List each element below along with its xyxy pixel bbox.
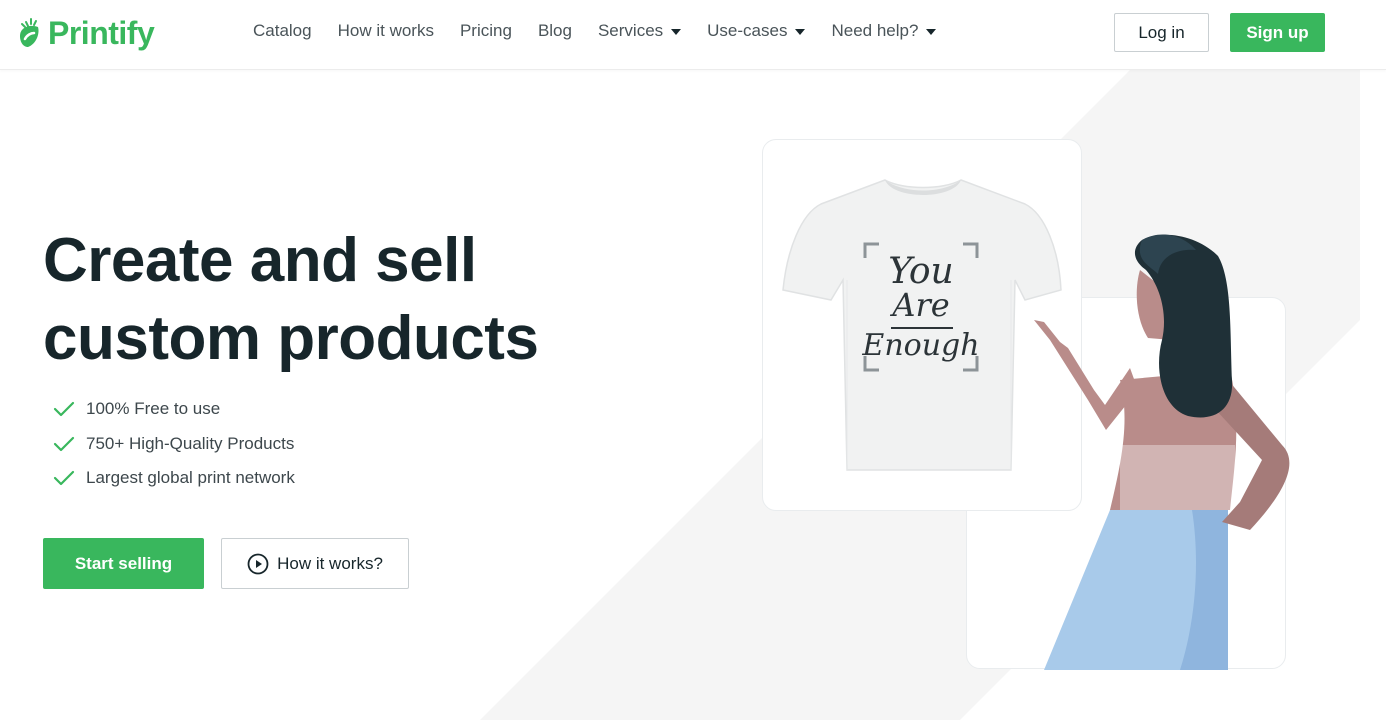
woman-illustration <box>1034 234 1290 670</box>
nav-item-label: Pricing <box>459 21 512 40</box>
start-selling-button[interactable]: Start selling <box>43 538 204 589</box>
nav-item-label: Blog <box>537 21 572 40</box>
site-header: Printify Catalog How it works Pricing Bl… <box>0 0 1386 70</box>
how-it-works-label: How it works? <box>277 553 383 573</box>
nav-item-label: Catalog <box>253 21 312 40</box>
signup-button[interactable]: Sign up <box>1230 13 1325 52</box>
logo-text: Printify <box>48 14 155 51</box>
nav-item-label: Services <box>597 21 664 40</box>
check-icon <box>53 471 75 486</box>
printify-leaf-icon <box>20 18 39 47</box>
feature-list: 100% Free to use 750+ High-Quality Produ… <box>53 392 295 496</box>
nav-item-label: Need help? <box>831 21 919 40</box>
how-it-works-button[interactable]: How it works? <box>221 538 409 589</box>
nav-item-label: How it works <box>337 21 434 40</box>
nav-item-blog[interactable]: Blog <box>538 21 572 41</box>
shirt-text-line-2: Are <box>889 286 949 324</box>
feature-text: 750+ High-Quality Products <box>86 433 295 453</box>
hero-title-line-1: Create and sell <box>43 226 477 295</box>
hero-title-line-2: custom products <box>43 304 539 373</box>
shirt-text-line-3: Enough <box>861 328 979 363</box>
feature-item: 100% Free to use <box>53 392 295 427</box>
feature-text: 100% Free to use <box>86 399 221 419</box>
feature-text: Largest global print network <box>86 468 295 488</box>
main-nav: Catalog How it works Pricing Blog Servic… <box>253 21 962 41</box>
check-icon <box>53 402 75 417</box>
nav-item-services[interactable]: Services <box>597 21 682 41</box>
hero-title: Create and sell custom products <box>43 222 603 378</box>
nav-item-label: Use-cases <box>707 21 788 40</box>
nav-item-use-cases[interactable]: Use-cases <box>707 21 806 41</box>
feature-item: 750+ High-Quality Products <box>53 427 295 462</box>
caret-down-icon <box>926 29 937 35</box>
page: Printify Catalog How it works Pricing Bl… <box>0 0 1386 720</box>
logo[interactable]: Printify <box>16 13 155 53</box>
check-icon <box>53 436 75 451</box>
feature-item: Largest global print network <box>53 461 295 496</box>
nav-item-how-it-works[interactable]: How it works <box>338 21 434 41</box>
caret-down-icon <box>671 29 682 35</box>
nav-item-pricing[interactable]: Pricing <box>460 21 512 41</box>
nav-item-need-help[interactable]: Need help? <box>831 21 937 41</box>
caret-down-icon <box>795 29 806 35</box>
play-circle-icon <box>247 553 269 574</box>
login-button[interactable]: Log in <box>1114 13 1209 52</box>
nav-item-catalog[interactable]: Catalog <box>253 21 312 41</box>
